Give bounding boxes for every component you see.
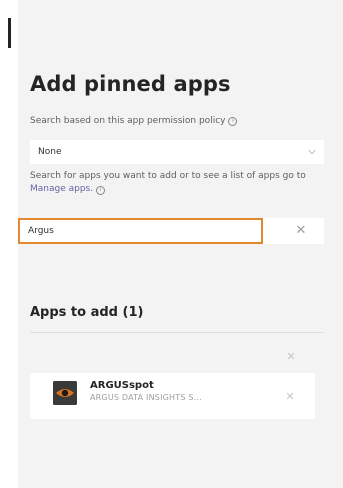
chevron-down-icon (308, 150, 316, 155)
apps-to-add-heading: Apps to add (1) (30, 305, 144, 320)
search-input[interactable] (18, 218, 263, 244)
policy-label-text: Search based on this app permission poli… (30, 116, 226, 126)
divider (30, 332, 324, 333)
search-hint: Search for apps you want to add or to se… (30, 170, 324, 196)
page-title: Add pinned apps (30, 72, 231, 96)
manage-apps-link[interactable]: Manage apps. (30, 184, 93, 194)
policy-dropdown-value: None (38, 147, 62, 157)
policy-dropdown[interactable]: None (30, 140, 324, 164)
app-name: ARGUSspot (90, 380, 154, 391)
info-icon[interactable]: i (95, 185, 105, 195)
search-hint-text: Search for apps you want to add or to se… (30, 171, 306, 181)
info-icon[interactable]: i (228, 116, 238, 126)
dismiss-icon[interactable]: ✕ (284, 349, 298, 363)
app-publisher: ARGUS DATA INSIGHTS S... (90, 393, 202, 402)
policy-label: Search based on this app permission poli… (30, 116, 238, 126)
argus-eye-icon (53, 381, 77, 405)
left-accent-bar (8, 18, 11, 48)
clear-search-icon[interactable]: ✕ (292, 221, 310, 239)
remove-app-icon[interactable]: ✕ (283, 389, 297, 403)
